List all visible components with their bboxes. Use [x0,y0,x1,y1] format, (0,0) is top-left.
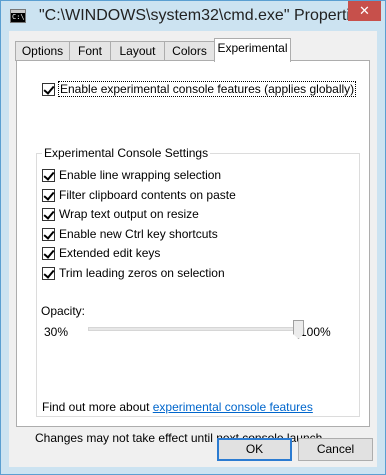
opacity-slider-track[interactable] [88,327,298,331]
cmd-icon-text: C:\. [12,13,25,21]
option-line-wrapping[interactable]: Enable line wrapping selection [42,168,221,182]
tab-font[interactable]: Font [69,41,111,61]
tab-strip: Options Font Layout Colors Experimental [15,38,375,62]
line-wrapping-label: Enable line wrapping selection [59,168,222,182]
opacity-min-label: 30% [44,325,69,339]
ok-button[interactable]: OK [217,438,292,461]
dialog-client-area: Options Font Layout Colors Experimental … [9,31,377,467]
filter-clipboard-label: Filter clipboard contents on paste [59,188,236,202]
trim-zeros-label: Trim leading zeros on selection [59,266,225,280]
group-title: Experimental Console Settings [42,146,211,160]
ctrl-shortcuts-label: Enable new Ctrl key shortcuts [59,227,218,241]
cancel-button[interactable]: Cancel [298,438,373,461]
enable-experimental-checkbox[interactable] [42,82,55,96]
experimental-panel: Enable experimental console features (ap… [16,60,370,445]
opacity-label: Opacity: [41,304,86,318]
close-icon: ✕ [359,3,370,19]
experimental-features-link[interactable]: experimental console features [153,400,313,414]
close-button[interactable]: ✕ [348,1,381,21]
option-filter-clipboard[interactable]: Filter clipboard contents on paste [42,188,236,202]
tab-options[interactable]: Options [15,41,70,61]
extended-edit-keys-label: Extended edit keys [59,246,161,260]
enable-experimental-label: Enable experimental console features (ap… [57,81,357,97]
option-trim-zeros[interactable]: Trim leading zeros on selection [42,266,225,280]
extended-edit-keys-checkbox[interactable] [42,246,55,260]
line-wrapping-checkbox[interactable] [42,168,55,182]
trim-zeros-checkbox[interactable] [42,266,55,280]
window-title: "C:\WINDOWS\system32\cmd.exe" Properties [39,7,367,24]
option-wrap-output[interactable]: Wrap text output on resize [42,207,199,221]
find-more-row: Find out more about experimental console… [42,400,313,414]
tab-experimental[interactable]: Experimental [214,38,291,62]
tab-colors[interactable]: Colors [164,41,215,61]
title-bar[interactable]: C:\. "C:\WINDOWS\system32\cmd.exe" Prope… [1,1,385,31]
wrap-output-checkbox[interactable] [42,207,55,221]
wrap-output-label: Wrap text output on resize [59,207,199,221]
experimental-settings-group: Experimental Console Settings Enable lin… [36,146,360,417]
cmd-app-icon[interactable]: C:\. [10,9,26,23]
properties-window: C:\. "C:\WINDOWS\system32\cmd.exe" Prope… [0,0,386,475]
tab-layout[interactable]: Layout [110,41,165,61]
option-ctrl-shortcuts[interactable]: Enable new Ctrl key shortcuts [42,227,218,241]
opacity-max-label: 100% [300,325,331,339]
ctrl-shortcuts-checkbox[interactable] [42,227,55,241]
option-extended-edit-keys[interactable]: Extended edit keys [42,246,160,260]
filter-clipboard-checkbox[interactable] [42,188,55,202]
find-more-text: Find out more about [42,400,150,414]
enable-experimental-row[interactable]: Enable experimental console features (ap… [42,81,357,97]
